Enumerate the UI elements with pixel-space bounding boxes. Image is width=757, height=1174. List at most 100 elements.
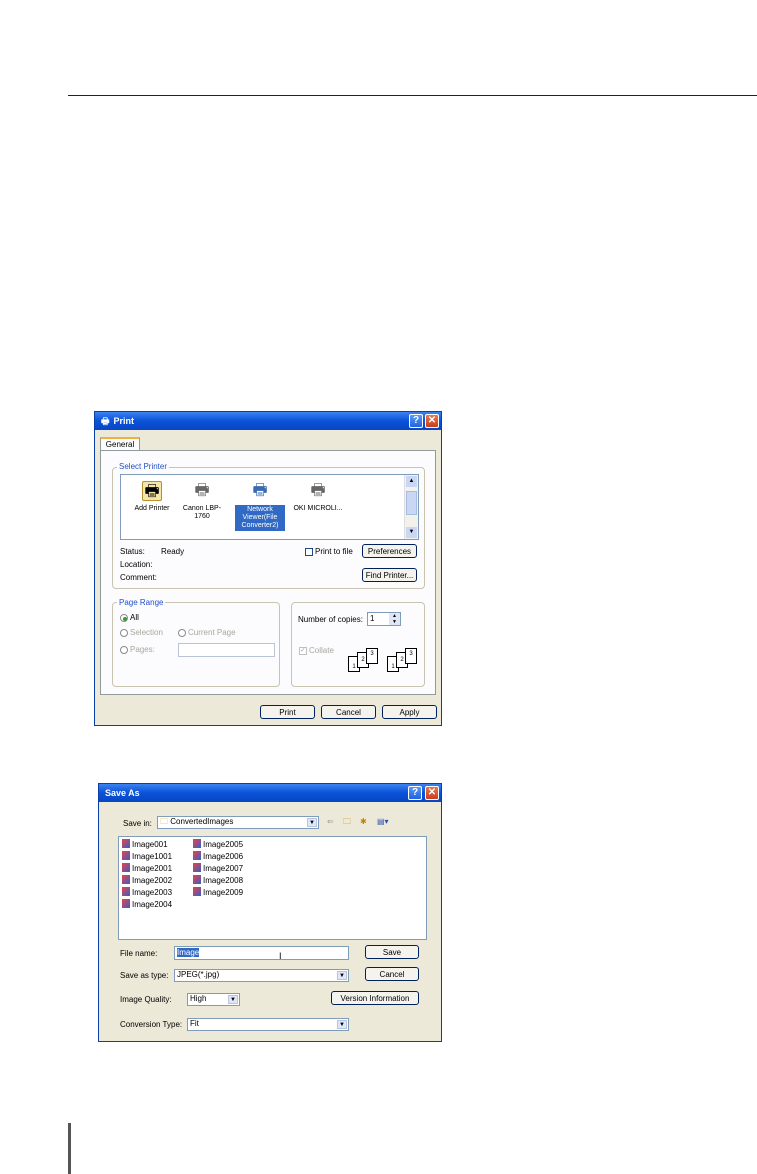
- location-label: Location:: [120, 560, 153, 569]
- print-title-bar: 🖶 Print: [95, 412, 441, 430]
- printer-item[interactable]: 🖶 Canon LBP-1760: [177, 481, 227, 521]
- selection-label: Selection: [130, 628, 163, 637]
- file-name: Image2006: [203, 852, 244, 861]
- collate-pages-icon: 1 2 3: [348, 648, 382, 676]
- collate-checkbox[interactable]: ✓ Collate: [299, 646, 334, 656]
- view-menu-icon[interactable]: ▤▾: [377, 817, 389, 827]
- all-label: All: [130, 613, 139, 622]
- tab-general[interactable]: General: [100, 437, 140, 451]
- preferences-button[interactable]: Preferences: [362, 544, 417, 558]
- page-range-label: Page Range: [117, 598, 166, 608]
- save-button[interactable]: Save: [365, 945, 419, 959]
- up-folder-icon[interactable]: 🗀: [343, 817, 351, 827]
- printer-item[interactable]: 🖶 Add Printer: [127, 481, 177, 513]
- print-button[interactable]: Print: [260, 705, 315, 719]
- print-to-file-checkbox[interactable]: Print to file: [305, 547, 353, 557]
- file-name: Image2004: [132, 900, 173, 909]
- folder-icon: 🗀: [160, 817, 168, 826]
- select-printer-label: Select Printer: [117, 462, 170, 472]
- help-button[interactable]: ?: [408, 786, 422, 800]
- copies-spinner[interactable]: ▲ ▼: [389, 613, 400, 625]
- back-icon[interactable]: ⇐: [327, 817, 334, 827]
- new-folder-icon[interactable]: ✱: [360, 817, 367, 827]
- cancel-button[interactable]: Cancel: [365, 967, 419, 981]
- current-page-radio[interactable]: Current Page: [178, 628, 236, 638]
- all-radio[interactable]: All: [120, 613, 139, 623]
- list-item[interactable]: Image2009: [193, 887, 243, 899]
- close-button[interactable]: ✕: [425, 414, 439, 428]
- printer-list-scrollbar[interactable]: ▲ ▼: [404, 475, 418, 539]
- collate-label: Collate: [309, 646, 334, 655]
- chevron-down-icon[interactable]: ▼: [337, 971, 347, 980]
- checkbox-icon: [305, 547, 313, 556]
- list-item[interactable]: Image2007: [193, 863, 243, 875]
- quality-select[interactable]: High ▼: [187, 993, 240, 1006]
- pages-input[interactable]: [178, 643, 275, 657]
- list-item[interactable]: Image2001: [122, 863, 172, 875]
- conversion-select[interactable]: Fit ▼: [187, 1018, 349, 1031]
- chevron-down-icon[interactable]: ▼: [307, 818, 317, 827]
- save-in-value: ConvertedImages: [170, 817, 234, 826]
- list-item[interactable]: Image2006: [193, 851, 243, 863]
- save-title: Save As: [105, 788, 140, 798]
- cancel-button[interactable]: Cancel: [321, 705, 376, 719]
- close-button[interactable]: ✕: [425, 786, 439, 800]
- pages-label: Pages:: [130, 645, 155, 654]
- chevron-down-icon[interactable]: ▼: [228, 995, 238, 1004]
- file-list[interactable]: Image001 Image1001 Image2001 Image2002 Image…: [118, 836, 427, 940]
- conversion-value: Fit: [190, 1019, 199, 1028]
- list-item[interactable]: Image2003: [122, 887, 172, 899]
- checkbox-icon: ✓: [299, 646, 307, 655]
- list-item[interactable]: Image001: [122, 839, 172, 851]
- list-item[interactable]: Image2002: [122, 875, 172, 887]
- save-in-select[interactable]: 🗀 ConvertedImages ▼: [157, 816, 319, 829]
- list-item[interactable]: Image2004: [122, 899, 172, 911]
- file-name: Image2007: [203, 864, 244, 873]
- status-label: Status:: [120, 547, 145, 556]
- save-type-select[interactable]: JPEG(*.jpg) ▼: [174, 969, 349, 982]
- quality-value: High: [190, 994, 207, 1003]
- scroll-thumb[interactable]: [406, 491, 417, 515]
- file-name: Image2001: [132, 864, 173, 873]
- help-button[interactable]: ?: [409, 414, 423, 428]
- list-item[interactable]: Image1001: [122, 851, 172, 863]
- copies-label: Number of copies:: [298, 615, 363, 624]
- selection-radio[interactable]: Selection: [120, 628, 163, 638]
- scroll-up-icon[interactable]: ▲: [406, 476, 417, 487]
- apply-button[interactable]: Apply: [382, 705, 437, 719]
- text-cursor-icon: I: [279, 951, 282, 961]
- save-as-dialog: Save As ? ✕ Save in: 🗀 ConvertedImages ▼ …: [98, 783, 442, 1042]
- printer-list[interactable]: 🖶 Add Printer 🖶 Canon LBP-1760 🖶 Network Vi…: [120, 474, 419, 540]
- save-type-label: Save as type:: [120, 971, 169, 980]
- file-name: Image2002: [132, 876, 173, 885]
- image-file-icon: [193, 839, 201, 848]
- collate-pages-icon: 1 2 3: [387, 648, 421, 676]
- list-item[interactable]: Image2008: [193, 875, 243, 887]
- quality-label: Image Quality:: [120, 995, 172, 1004]
- file-name: Image001: [132, 840, 168, 849]
- printer-label: OKI MICROLI...: [293, 505, 343, 512]
- file-name: Image2003: [132, 888, 173, 897]
- printer-item-selected[interactable]: 🖶 Network Viewer(File Converter2): [235, 481, 285, 531]
- printer-item[interactable]: 🖶 OKI MICROLI...: [293, 481, 343, 513]
- image-file-icon: [193, 875, 201, 884]
- find-printer-button[interactable]: Find Printer...: [362, 568, 417, 582]
- pages-radio[interactable]: Pages:: [120, 645, 155, 655]
- image-file-icon: [193, 887, 201, 896]
- comment-label: Comment:: [120, 573, 157, 582]
- chevron-down-icon[interactable]: ▼: [337, 1020, 347, 1029]
- scroll-down-icon[interactable]: ▼: [406, 527, 417, 538]
- printer-icon: 🖶: [194, 482, 210, 499]
- radio-icon: [120, 628, 128, 637]
- add-printer-icon: 🖶: [142, 481, 162, 501]
- version-information-button[interactable]: Version Information: [331, 991, 419, 1005]
- printer-label: Network Viewer(File Converter2): [235, 505, 285, 531]
- file-name: Image1001: [132, 852, 173, 861]
- list-item[interactable]: Image2005: [193, 839, 243, 851]
- save-title-bar: Save As: [99, 784, 441, 802]
- file-name: Image2008: [203, 876, 244, 885]
- radio-icon: [178, 628, 186, 637]
- image-file-icon: [193, 851, 201, 860]
- file-name-input[interactable]: Image: [174, 946, 349, 960]
- image-file-icon: [122, 851, 130, 860]
